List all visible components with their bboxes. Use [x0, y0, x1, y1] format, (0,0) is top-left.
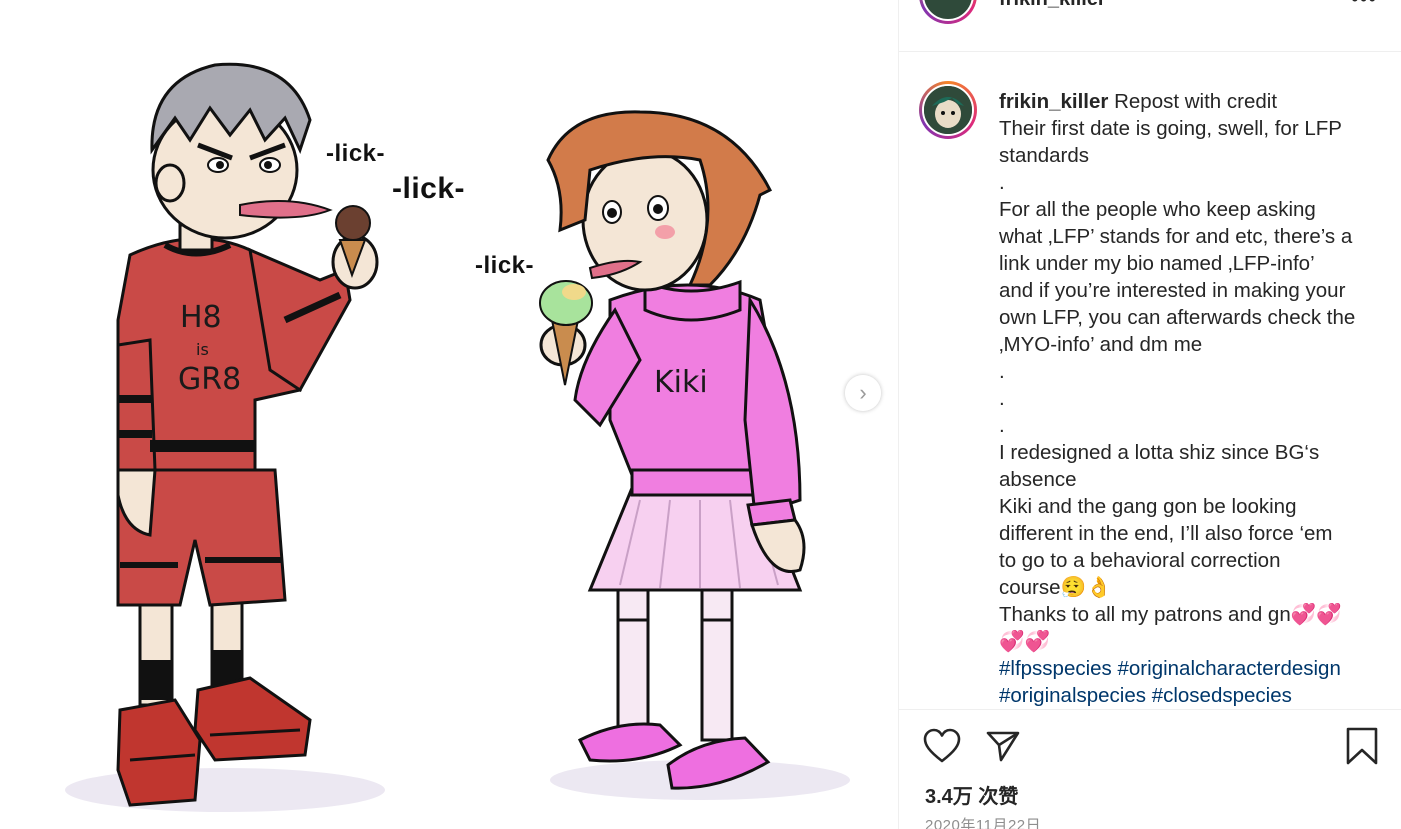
caption-avatar[interactable] — [919, 81, 977, 139]
caption-line: absence — [999, 468, 1077, 491]
caption-line: Their first date is going, swell, for LF… — [999, 117, 1342, 140]
caption-line: . — [999, 360, 1005, 383]
sound-effect-lick-2: -lick- — [392, 172, 466, 205]
caption-username[interactable]: frikin_killer — [999, 90, 1108, 113]
caption-line: different in the end, I’ll also force ‘e… — [999, 522, 1333, 545]
post-header: frikin_killer ••• — [899, 0, 1401, 52]
post-media: -lick- -lick- -lick- H8 is GR8 Kiki › — [0, 0, 898, 829]
hashtag-line[interactable]: #lfpsspecies #originalcharacterdesign — [999, 655, 1379, 682]
post-caption: frikin_killer Repost with credit Their f… — [999, 88, 1379, 706]
boy-shirt-text-line-2: is — [196, 340, 209, 359]
header-username[interactable]: frikin_killer — [999, 0, 1106, 11]
caption-line: . — [999, 171, 1005, 194]
caption-line: . — [999, 387, 1005, 410]
caption-line: Kiki and the gang gon be looking — [999, 495, 1297, 518]
caption-line: to go to a behavioral correction — [999, 549, 1281, 572]
post-actions: 3.4万 次赞 2020年11月22日 — [899, 709, 1401, 829]
like-count[interactable]: 3.4万 次赞 — [925, 780, 1018, 809]
bookmark-icon[interactable] — [1345, 726, 1379, 766]
header-avatar[interactable] — [919, 0, 977, 24]
caption-line: what ‚LFP’ stands for and etc, there’s a — [999, 225, 1353, 248]
caption-line: ‚MYO-info’ and dm me — [999, 333, 1203, 356]
caption-line: 💞💞 — [999, 630, 1051, 653]
heart-icon[interactable] — [923, 728, 961, 764]
caption-line: course😮‍💨👌 — [999, 576, 1112, 599]
paper-plane-icon[interactable] — [985, 728, 1021, 764]
caption-line: For all the people who keep asking — [999, 198, 1316, 221]
post-illustration — [65, 62, 850, 812]
caption-line: link under my bio named ‚LFP-info’ — [999, 252, 1315, 275]
post-sidebar: frikin_killer ••• frikin_killer Repost w… — [898, 0, 1401, 829]
caption-line: standards — [999, 144, 1090, 167]
sound-effect-lick-1: -lick- — [326, 140, 386, 167]
caption-line: own LFP, you can afterwards check the — [999, 306, 1356, 329]
next-image-button[interactable]: › — [845, 375, 881, 411]
more-options-icon[interactable]: ••• — [1351, 0, 1377, 12]
hashtag-line[interactable]: #originalspecies #closedspecies — [999, 682, 1379, 706]
girl-sweater-text: Kiki — [654, 365, 708, 400]
sound-effect-lick-3: -lick- — [475, 252, 535, 279]
caption-line: . — [999, 414, 1005, 437]
boy-shirt-text-line-1: H8 — [180, 300, 222, 335]
caption-line: and if you’re interested in making your — [999, 279, 1346, 302]
caption-line: Thanks to all my patrons and gn💞💞 — [999, 603, 1342, 626]
boy-shirt-text-line-3: GR8 — [178, 362, 242, 397]
caption-line: I redesigned a lotta shiz since BG‘s — [999, 441, 1320, 464]
chevron-right-icon: › — [859, 380, 867, 405]
post-date[interactable]: 2020年11月22日 — [925, 814, 1041, 829]
avatar-portrait — [924, 86, 972, 134]
caption-first-line: Repost with credit — [1114, 90, 1278, 113]
